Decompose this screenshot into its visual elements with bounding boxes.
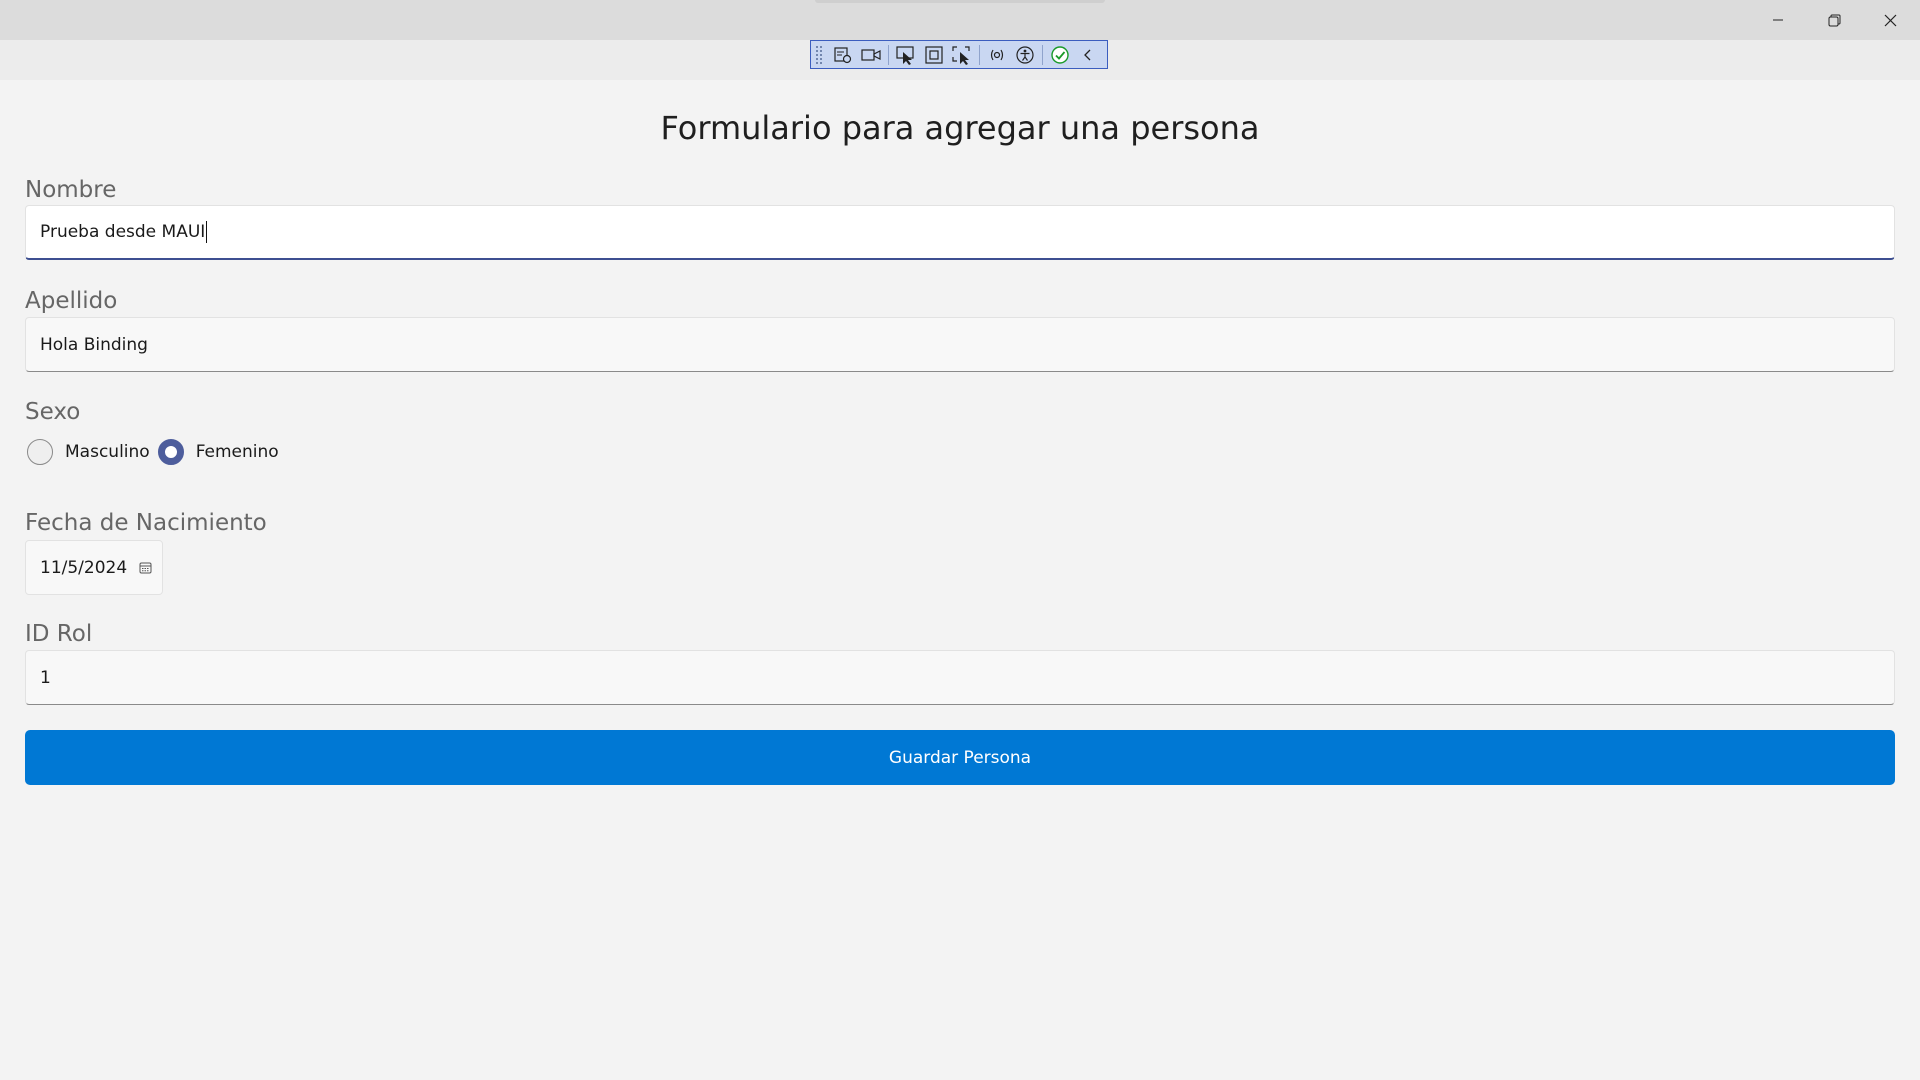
live-visual-tree-icon[interactable]: [829, 42, 857, 67]
binding-failures-icon[interactable]: [983, 42, 1011, 67]
nombre-label: Nombre: [25, 177, 117, 203]
minimize-button[interactable]: [1750, 0, 1806, 40]
close-icon: [1884, 14, 1896, 26]
calendar-icon[interactable]: [139, 561, 152, 574]
nombre-input[interactable]: Prueba desde MAUI: [25, 205, 1895, 260]
close-button[interactable]: [1862, 0, 1918, 40]
xaml-debug-toolbar: [810, 40, 1108, 69]
toolbar-grip[interactable]: [815, 44, 823, 65]
rol-input[interactable]: 1: [25, 650, 1895, 705]
title-bar-notch: [815, 0, 1105, 3]
nombre-value: Prueba desde MAUI: [40, 222, 206, 242]
record-icon[interactable]: [857, 42, 885, 67]
restore-icon: [1828, 14, 1840, 26]
radio-masculino-circle[interactable]: [27, 439, 53, 465]
radio-masculino[interactable]: Masculino: [27, 439, 150, 465]
apellido-label: Apellido: [25, 288, 118, 314]
apellido-value: Hola Binding: [40, 334, 148, 355]
radio-femenino-circle[interactable]: [157, 439, 184, 465]
save-button[interactable]: Guardar Persona: [25, 730, 1895, 785]
maximize-button[interactable]: [1806, 0, 1862, 40]
radio-femenino-label[interactable]: Femenino: [196, 442, 279, 462]
accessibility-checker-icon[interactable]: [1011, 42, 1039, 67]
page-title: Formulario para agregar una persona: [660, 109, 1260, 147]
title-bar[interactable]: [0, 0, 1920, 40]
radio-masculino-label[interactable]: Masculino: [65, 442, 150, 462]
fecha-label: Fecha de Nacimiento: [25, 510, 267, 536]
scan-ok-icon[interactable]: [1046, 42, 1074, 67]
text-caret: [206, 221, 208, 243]
sexo-radio-group: Masculino Femenino: [27, 437, 287, 467]
fecha-datepicker[interactable]: 11/5/2024: [25, 540, 163, 595]
minimize-icon: [1773, 19, 1783, 21]
collapse-chevron-icon[interactable]: [1074, 42, 1102, 67]
apellido-input[interactable]: Hola Binding: [25, 317, 1895, 372]
rol-label: ID Rol: [25, 621, 93, 647]
radio-femenino[interactable]: Femenino: [157, 439, 279, 465]
display-layout-adorners-icon[interactable]: [920, 42, 948, 67]
toolbar-separator: [1042, 44, 1043, 65]
fecha-value: 11/5/2024: [40, 557, 128, 578]
sexo-label: Sexo: [25, 399, 81, 425]
select-element-icon[interactable]: [892, 42, 920, 67]
toolbar-separator: [979, 44, 980, 65]
track-focused-element-icon[interactable]: [948, 42, 976, 67]
rol-value: 1: [40, 667, 51, 688]
toolbar-separator: [888, 44, 889, 65]
